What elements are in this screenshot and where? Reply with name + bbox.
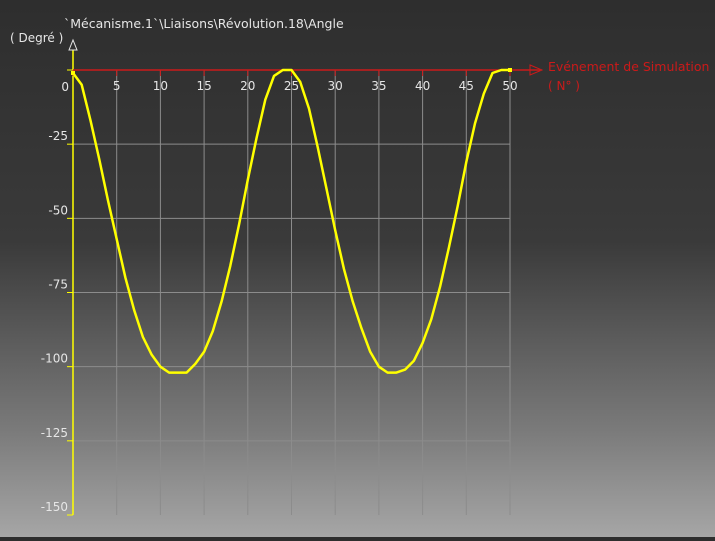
y-tick-label: -25 (48, 129, 68, 143)
y-tick-label: -100 (41, 352, 68, 366)
x-tick-label: 10 (153, 79, 168, 93)
chart-svg: -25 -50 -75 -100 -125 -150 0 5 10 15 20 25 30 35 40 45 5… (10, 16, 709, 516)
x-tick-label: 50 (502, 79, 517, 93)
y-tick-label: -50 (48, 203, 68, 217)
x-axis-unit: ( N° ) (548, 79, 580, 93)
x-tick-label: 5 (113, 79, 121, 93)
y-axis-arrow (68, 38, 78, 51)
x-tick-label: 30 (328, 79, 343, 93)
chart: -25 -50 -75 -100 -125 -150 0 5 10 15 20 25 30 35 40 45 5… (0, 0, 715, 537)
chart-title: `Mécanisme.1`\Liaisons\Révolution.18\Ang… (64, 16, 344, 31)
series-end-marker (71, 70, 75, 75)
x-tick-label: 15 (196, 79, 211, 93)
y-tick-label: -150 (41, 500, 68, 514)
x-tick-label: 35 (371, 79, 386, 93)
grid (73, 70, 511, 515)
series-end-marker (508, 68, 512, 72)
x-tick-label: 40 (415, 79, 430, 93)
y-tick-label: 0 (61, 80, 69, 94)
y-axis-label: ( Degré ) (10, 31, 63, 45)
y-tick-label: -125 (41, 426, 68, 440)
x-axis-label: Evénement de Simulation (548, 59, 709, 74)
x-tick-label: 20 (240, 79, 255, 93)
x-tick-label: 25 (284, 79, 299, 93)
y-tick-label: -75 (48, 278, 68, 292)
x-tick-label: 45 (459, 79, 474, 93)
